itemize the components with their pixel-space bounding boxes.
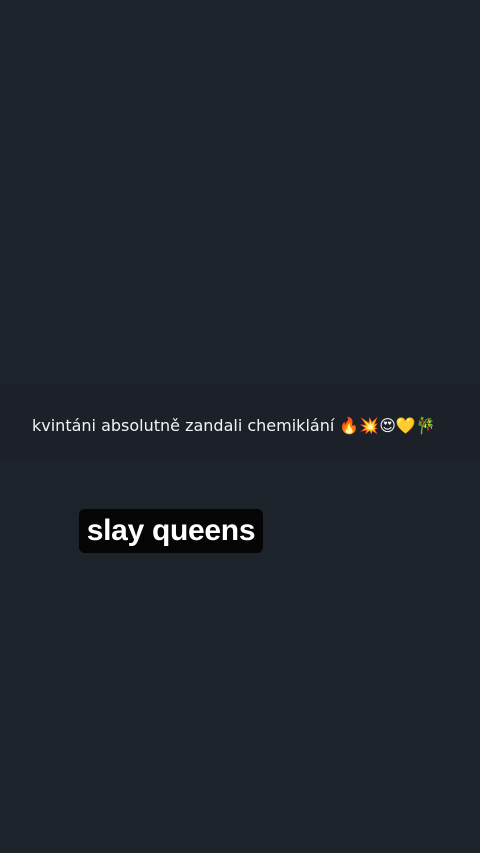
story-canvas: kvintáni absolutně zandali chemiklání 🔥💥… [0, 0, 480, 853]
caption-text: kvintáni absolutně zandali chemiklání 🔥💥… [32, 416, 436, 435]
sticker-label: slay queens [86, 514, 256, 547]
text-sticker[interactable]: slay queens [79, 509, 263, 553]
